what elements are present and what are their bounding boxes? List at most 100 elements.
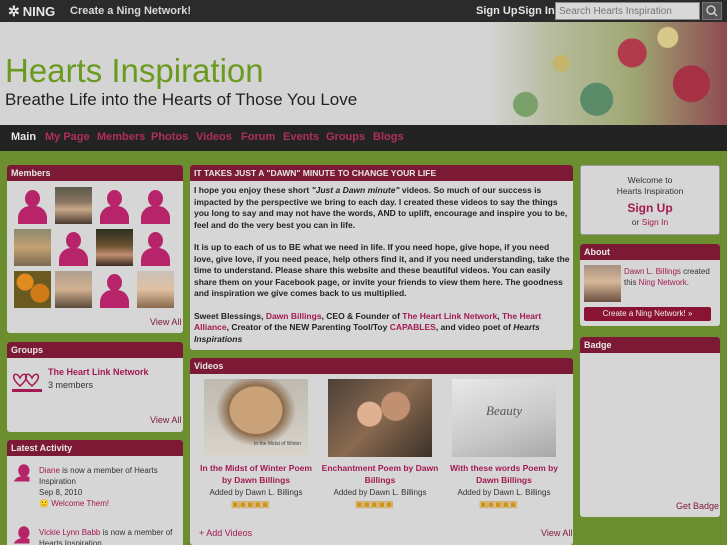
member-avatar[interactable] xyxy=(14,229,51,266)
members-heading: Members xyxy=(7,165,183,181)
feature-body: I hope you enjoy these short "Just a Daw… xyxy=(194,185,570,345)
groups-box: Groups The Heart Link Network 3 members … xyxy=(7,342,183,432)
member-avatar[interactable] xyxy=(55,271,92,308)
nav-groups[interactable]: Groups xyxy=(326,131,365,143)
feature-heading: IT TAKES JUST A "DAWN" MINUTE TO CHANGE … xyxy=(190,165,573,181)
search-input[interactable] xyxy=(555,2,700,20)
activity-member-link[interactable]: Diane xyxy=(39,466,60,475)
feature-p3-a: Sweet Blessings, xyxy=(194,310,266,321)
video-added-by: Added by Dawn L. Billings xyxy=(333,488,427,497)
activity-avatar[interactable] xyxy=(10,524,30,544)
activity-date: Sep 8, 2010 xyxy=(39,488,83,497)
feature-p3-b: , CEO & Founder of xyxy=(321,310,403,321)
groups-heading: Groups xyxy=(7,342,183,358)
capables-link[interactable]: CAPABLES xyxy=(390,322,436,332)
feature-box: IT TAKES JUST A "DAWN" MINUTE TO CHANGE … xyxy=(190,165,573,350)
nav-photos[interactable]: Photos xyxy=(151,131,188,143)
videos-view-all-link[interactable]: View All xyxy=(541,528,572,538)
ning-network-link[interactable]: Ning Network xyxy=(639,278,687,287)
add-videos-link[interactable]: + Add Videos xyxy=(199,528,252,538)
nav-events[interactable]: Events xyxy=(283,131,319,143)
video-title-link[interactable]: In the Midst of Winter Poem by Dawn Bill… xyxy=(194,462,318,486)
member-avatar[interactable] xyxy=(137,187,174,224)
feature-p3-e: , and video poet of xyxy=(435,322,514,332)
welcome-or: or xyxy=(631,217,642,227)
video-thumbnail[interactable] xyxy=(328,379,432,457)
heart-link-network-link[interactable]: The Heart Link Network xyxy=(402,311,497,321)
member-avatar[interactable] xyxy=(137,271,174,308)
welcome-box: Welcome to Hearts Inspiration Sign Up or… xyxy=(580,165,720,235)
top-signup-link[interactable]: Sign Up xyxy=(476,5,518,17)
badge-box: Badge Get Badge xyxy=(580,337,720,517)
video-rating-stars: ▣▣▣▣▣ xyxy=(355,499,394,509)
member-avatar[interactable] xyxy=(55,187,92,224)
top-bar: ✲ NING Create a Ning Network! Sign Up Si… xyxy=(0,0,727,22)
feature-p3-d: , Creator of the NEW Parenting Tool/Toy xyxy=(226,322,390,332)
search-button[interactable] xyxy=(702,2,722,20)
video-thumbnail[interactable]: Beauty xyxy=(452,379,556,457)
welcome-them-link[interactable]: 🙂 Welcome Them! xyxy=(39,499,109,508)
get-badge-link[interactable]: Get Badge xyxy=(676,501,719,511)
badge-heading: Badge xyxy=(580,337,720,353)
welcome-signup-link[interactable]: Sign Up xyxy=(581,201,719,215)
members-view-all-link[interactable]: View All xyxy=(150,317,181,327)
site-tagline: Breathe Life into the Hearts of Those Yo… xyxy=(5,90,358,109)
activity-item: Vickie Lynn Babb is now a member of Hear… xyxy=(39,527,177,545)
search-icon xyxy=(706,5,718,17)
nav-members[interactable]: Members xyxy=(97,131,145,143)
main-nav: Main My Page Members Photos Videos Forum… xyxy=(0,125,727,151)
create-network-link[interactable]: Create a Ning Network! xyxy=(70,5,191,17)
member-avatar[interactable] xyxy=(96,187,133,224)
heart-link-logo[interactable] xyxy=(10,366,44,396)
gear-icon: ✲ xyxy=(8,3,20,19)
nav-my-page[interactable]: My Page xyxy=(45,131,90,143)
member-avatar[interactable] xyxy=(55,229,92,266)
group-name-link[interactable]: The Heart Link Network xyxy=(48,367,149,377)
video-rating-stars: ▣▣▣▣▣ xyxy=(479,499,518,509)
nav-videos[interactable]: Videos xyxy=(196,131,232,143)
videos-heading: Videos xyxy=(190,358,573,374)
activity-member-link[interactable]: Vickie Lynn Babb xyxy=(39,528,100,537)
welcome-text: Welcome to Hearts Inspiration xyxy=(581,175,719,197)
latest-activity-heading: Latest Activity xyxy=(7,440,183,456)
feature-p1-emphasis: "Just a Dawn minute" xyxy=(311,185,400,195)
member-avatar[interactable] xyxy=(14,187,51,224)
about-heading: About xyxy=(580,244,720,260)
welcome-signin-link[interactable]: Sign In xyxy=(642,217,668,227)
creator-avatar[interactable] xyxy=(584,265,621,302)
video-title-link[interactable]: Enchantment Poem by Dawn Billings xyxy=(318,462,442,486)
member-avatar[interactable] xyxy=(137,229,174,266)
group-member-count: 3 members xyxy=(48,380,94,390)
dawn-billings-link[interactable]: Dawn Billings xyxy=(266,311,322,321)
about-box: About Dawn L. Billings created this Ning… xyxy=(580,244,720,326)
activity-avatar[interactable] xyxy=(10,462,30,482)
top-signin-link[interactable]: Sign In xyxy=(518,5,555,17)
video-thumbnail[interactable]: In the Midst of Winter xyxy=(204,379,308,457)
heart-icon xyxy=(12,373,42,392)
site-title[interactable]: Hearts Inspiration xyxy=(5,52,264,90)
member-avatar[interactable] xyxy=(96,271,133,308)
video-thumb-caption: Beauty xyxy=(486,403,523,418)
nav-main[interactable]: Main xyxy=(11,131,36,143)
member-avatar[interactable] xyxy=(96,229,133,266)
video-title-link[interactable]: With these words Poem by Dawn Billings xyxy=(442,462,566,486)
about-text: Dawn L. Billings created this Ning Netwo… xyxy=(624,266,718,288)
video-added-by: Added by Dawn L. Billings xyxy=(457,488,551,497)
feature-paragraph-1: I hope you enjoy these short "Just a Daw… xyxy=(194,185,570,231)
video-added-by: Added by Dawn L. Billings xyxy=(209,488,303,497)
site-header: Hearts Inspiration Breathe Life into the… xyxy=(0,22,727,125)
nav-blogs[interactable]: Blogs xyxy=(373,131,404,143)
welcome-line-1: Welcome to xyxy=(627,175,673,185)
member-avatar[interactable] xyxy=(14,271,51,308)
nav-forum[interactable]: Forum xyxy=(241,131,275,143)
create-ning-network-button[interactable]: Create a Ning Network! » xyxy=(584,307,711,321)
members-box: Members View All xyxy=(7,165,183,333)
creator-name-link[interactable]: Dawn L. Billings xyxy=(624,267,681,276)
ning-logo[interactable]: ✲ NING xyxy=(8,3,55,20)
welcome-them-label: Welcome Them! xyxy=(51,499,110,508)
about-text-2: . xyxy=(686,278,689,287)
welcome-line-2: Hearts Inspiration xyxy=(616,186,684,196)
groups-view-all-link[interactable]: View All xyxy=(150,415,181,425)
video-thumb-caption: In the Midst of Winter xyxy=(254,441,302,447)
welcome-signin-line: or Sign In xyxy=(581,217,719,227)
